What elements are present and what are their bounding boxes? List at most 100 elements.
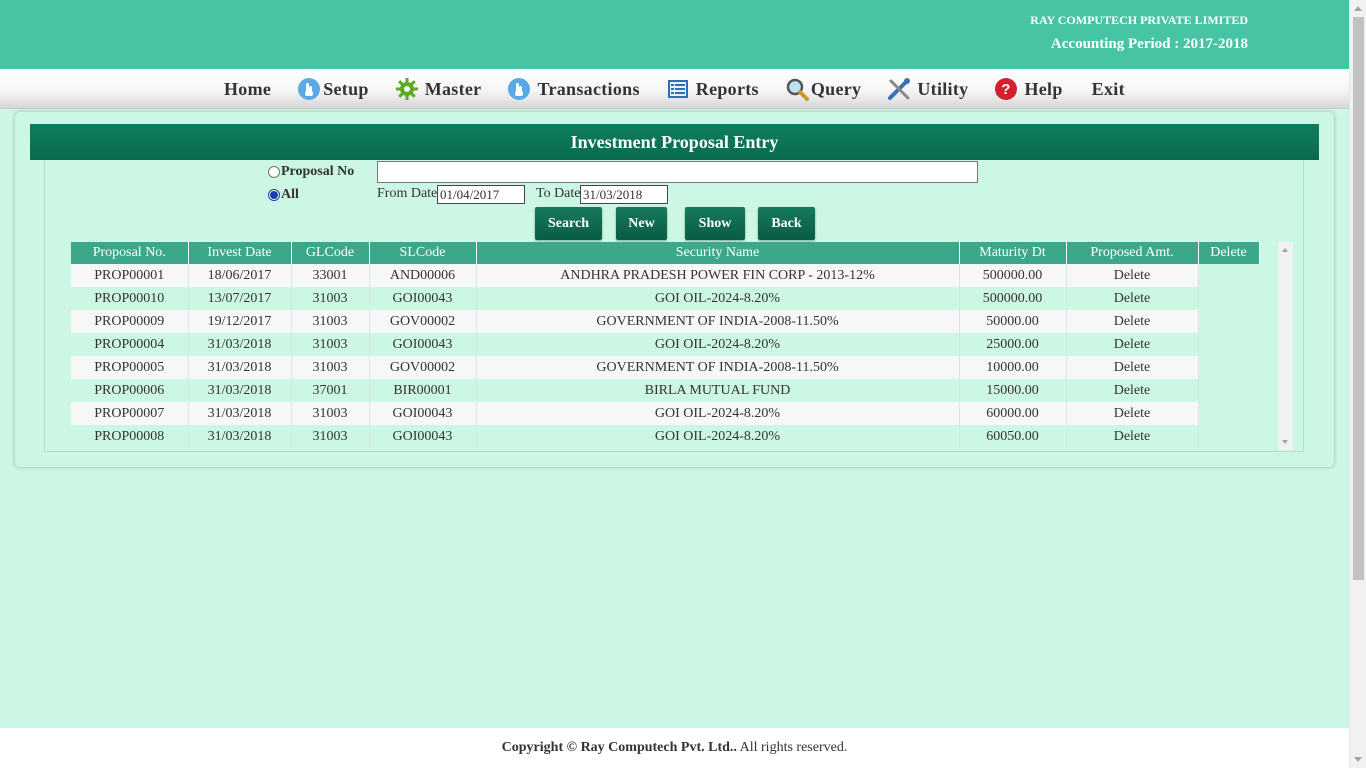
- menu-transactions[interactable]: Transactions: [507, 69, 639, 109]
- form-area: Proposal No All From Date 01/04/2017 To …: [44, 160, 1304, 452]
- table-row[interactable]: PROP00008 31/03/2018 31003 GOI00043 GOI OIL-…: [71, 425, 1259, 448]
- question-icon: ?: [994, 77, 1018, 101]
- invest-date-cell: 18/06/2017: [188, 264, 292, 287]
- hand-pointer-icon: [507, 77, 531, 101]
- slcode-cell: GOV00002: [369, 310, 477, 333]
- new-button[interactable]: New: [616, 207, 667, 240]
- delete-link[interactable]: Delete: [1066, 264, 1199, 287]
- maturity-dt-cell: 60000.00: [959, 402, 1067, 425]
- column-header: Proposal No.: [71, 242, 189, 264]
- scroll-up-icon[interactable]: [1282, 248, 1288, 252]
- delete-link[interactable]: Delete: [1066, 379, 1199, 402]
- radio-all[interactable]: All: [268, 187, 299, 203]
- table-row[interactable]: PROP00007 31/03/2018 31003 GOI00043 GOI OIL-…: [71, 402, 1259, 425]
- svg-text:?: ?: [1002, 81, 1011, 98]
- scroll-up-icon[interactable]: [1354, 6, 1362, 11]
- menu-setup-label: Setup: [323, 78, 369, 99]
- menu-query[interactable]: Query: [785, 69, 862, 109]
- to-date-input[interactable]: 31/03/2018: [580, 185, 668, 204]
- proposal-no-cell: PROP00006: [71, 379, 189, 402]
- column-header: Proposed Amt.: [1066, 242, 1199, 264]
- accounting-period: Accounting Period : 2017-2018: [1050, 36, 1248, 52]
- column-header: Security Name: [476, 242, 960, 264]
- delete-link[interactable]: Delete: [1066, 333, 1199, 356]
- glcode-cell: 31003: [291, 402, 370, 425]
- maturity-dt-cell: 25000.00: [959, 333, 1067, 356]
- invest-date-cell: 13/07/2017: [188, 287, 292, 310]
- delete-link[interactable]: Delete: [1066, 356, 1199, 379]
- invest-date-cell: 31/03/2018: [188, 402, 292, 425]
- delete-link[interactable]: Delete: [1066, 310, 1199, 333]
- maturity-dt-cell: 500000.00: [959, 287, 1067, 310]
- invest-date-cell: 19/12/2017: [188, 310, 292, 333]
- security-name-cell: GOVERNMENT OF INDIA-2008-11.50%: [476, 310, 960, 333]
- slcode-cell: GOI00043: [369, 287, 477, 310]
- table-row[interactable]: PROP00005 31/03/2018 31003 GOV00002 GOVERNME…: [71, 356, 1259, 379]
- delete-link[interactable]: Delete: [1066, 287, 1199, 310]
- proposal-table: Proposal No. Invest Date GLCode SLCode S…: [71, 242, 1260, 448]
- radio-all-button[interactable]: [268, 189, 280, 201]
- table-row[interactable]: PROP00001 18/06/2017 33001 AND00006 ANDHRA P…: [71, 264, 1259, 287]
- glcode-cell: 31003: [291, 425, 370, 448]
- delete-cell: [1198, 425, 1259, 448]
- company-name: RAY COMPUTECH PRIVATE LIMITED: [1030, 13, 1248, 27]
- table-scrollbar[interactable]: [1278, 242, 1293, 450]
- slcode-cell: BIR00001: [369, 379, 477, 402]
- proposal-no-cell: PROP00008: [71, 425, 189, 448]
- radio-proposal-no-button[interactable]: [268, 166, 280, 178]
- magnifier-icon: [785, 77, 809, 101]
- search-button[interactable]: Search: [535, 207, 602, 240]
- invest-date-cell: 31/03/2018: [188, 425, 292, 448]
- column-header: Delete: [1198, 242, 1260, 264]
- main-menu: Home Setup Master Transactions Reports Q…: [224, 69, 1125, 109]
- delete-link[interactable]: Delete: [1066, 402, 1199, 425]
- security-name-cell: GOI OIL-2024-8.20%: [476, 287, 960, 310]
- column-header: Maturity Dt: [959, 242, 1067, 264]
- back-button[interactable]: Back: [758, 207, 815, 240]
- app-header: RAY COMPUTECH PRIVATE LIMITED Accounting…: [0, 0, 1349, 69]
- delete-link[interactable]: Delete: [1066, 425, 1199, 448]
- proposal-no-cell: PROP00001: [71, 264, 189, 287]
- menu-help[interactable]: ? Help: [994, 69, 1062, 109]
- page-title: Investment Proposal Entry: [30, 124, 1319, 160]
- menu-utility[interactable]: Utility: [887, 69, 968, 109]
- copyright-text: Copyright © Ray Computech Pvt. Ltd..: [501, 740, 737, 755]
- glcode-cell: 31003: [291, 310, 370, 333]
- proposal-table-container[interactable]: Proposal No. Invest Date GLCode SLCode S…: [71, 242, 1277, 450]
- security-name-cell: ANDHRA PRADESH POWER FIN CORP - 2013-12%: [476, 264, 960, 287]
- page-scrollbar[interactable]: [1349, 0, 1366, 768]
- from-date-input[interactable]: 01/04/2017: [437, 185, 525, 204]
- delete-cell: [1198, 287, 1259, 310]
- gear-icon: [395, 77, 419, 101]
- security-name-cell: GOI OIL-2024-8.20%: [476, 425, 960, 448]
- menu-setup[interactable]: Setup: [297, 69, 369, 109]
- hand-pointer-icon: [297, 77, 321, 101]
- security-name-cell: GOI OIL-2024-8.20%: [476, 402, 960, 425]
- slcode-cell: GOI00043: [369, 425, 477, 448]
- proposal-no-input[interactable]: [377, 161, 978, 183]
- scrollbar-thumb[interactable]: [1353, 17, 1364, 580]
- radio-proposal-no[interactable]: Proposal No: [268, 164, 354, 180]
- maturity-dt-cell: 500000.00: [959, 264, 1067, 287]
- menu-reports[interactable]: Reports: [666, 69, 759, 109]
- column-header: GLCode: [291, 242, 370, 264]
- proposal-no-cell: PROP00007: [71, 402, 189, 425]
- column-header: SLCode: [369, 242, 477, 264]
- glcode-cell: 31003: [291, 333, 370, 356]
- table-row[interactable]: PROP00006 31/03/2018 37001 BIR00001 BIRLA MU…: [71, 379, 1259, 402]
- proposal-no-cell: PROP00009: [71, 310, 189, 333]
- scroll-down-icon[interactable]: [1354, 757, 1362, 762]
- table-row[interactable]: PROP00009 19/12/2017 31003 GOV00002 GOVERNME…: [71, 310, 1259, 333]
- delete-cell: [1198, 264, 1259, 287]
- menu-help-label: Help: [1024, 78, 1063, 99]
- table-row[interactable]: PROP00010 13/07/2017 31003 GOI00043 GOI OIL-…: [71, 287, 1259, 310]
- menu-master[interactable]: Master: [395, 69, 482, 109]
- menu-home[interactable]: Home: [224, 69, 271, 109]
- maturity-dt-cell: 50000.00: [959, 310, 1067, 333]
- scroll-down-icon[interactable]: [1282, 440, 1288, 444]
- radio-proposal-no-label: Proposal No: [281, 164, 355, 179]
- menu-exit[interactable]: Exit: [1092, 69, 1125, 109]
- table-row[interactable]: PROP00004 31/03/2018 31003 GOI00043 GOI OIL-…: [71, 333, 1259, 356]
- show-button[interactable]: Show: [685, 207, 745, 240]
- main-menu-bar: Home Setup Master Transactions Reports Q…: [0, 69, 1349, 109]
